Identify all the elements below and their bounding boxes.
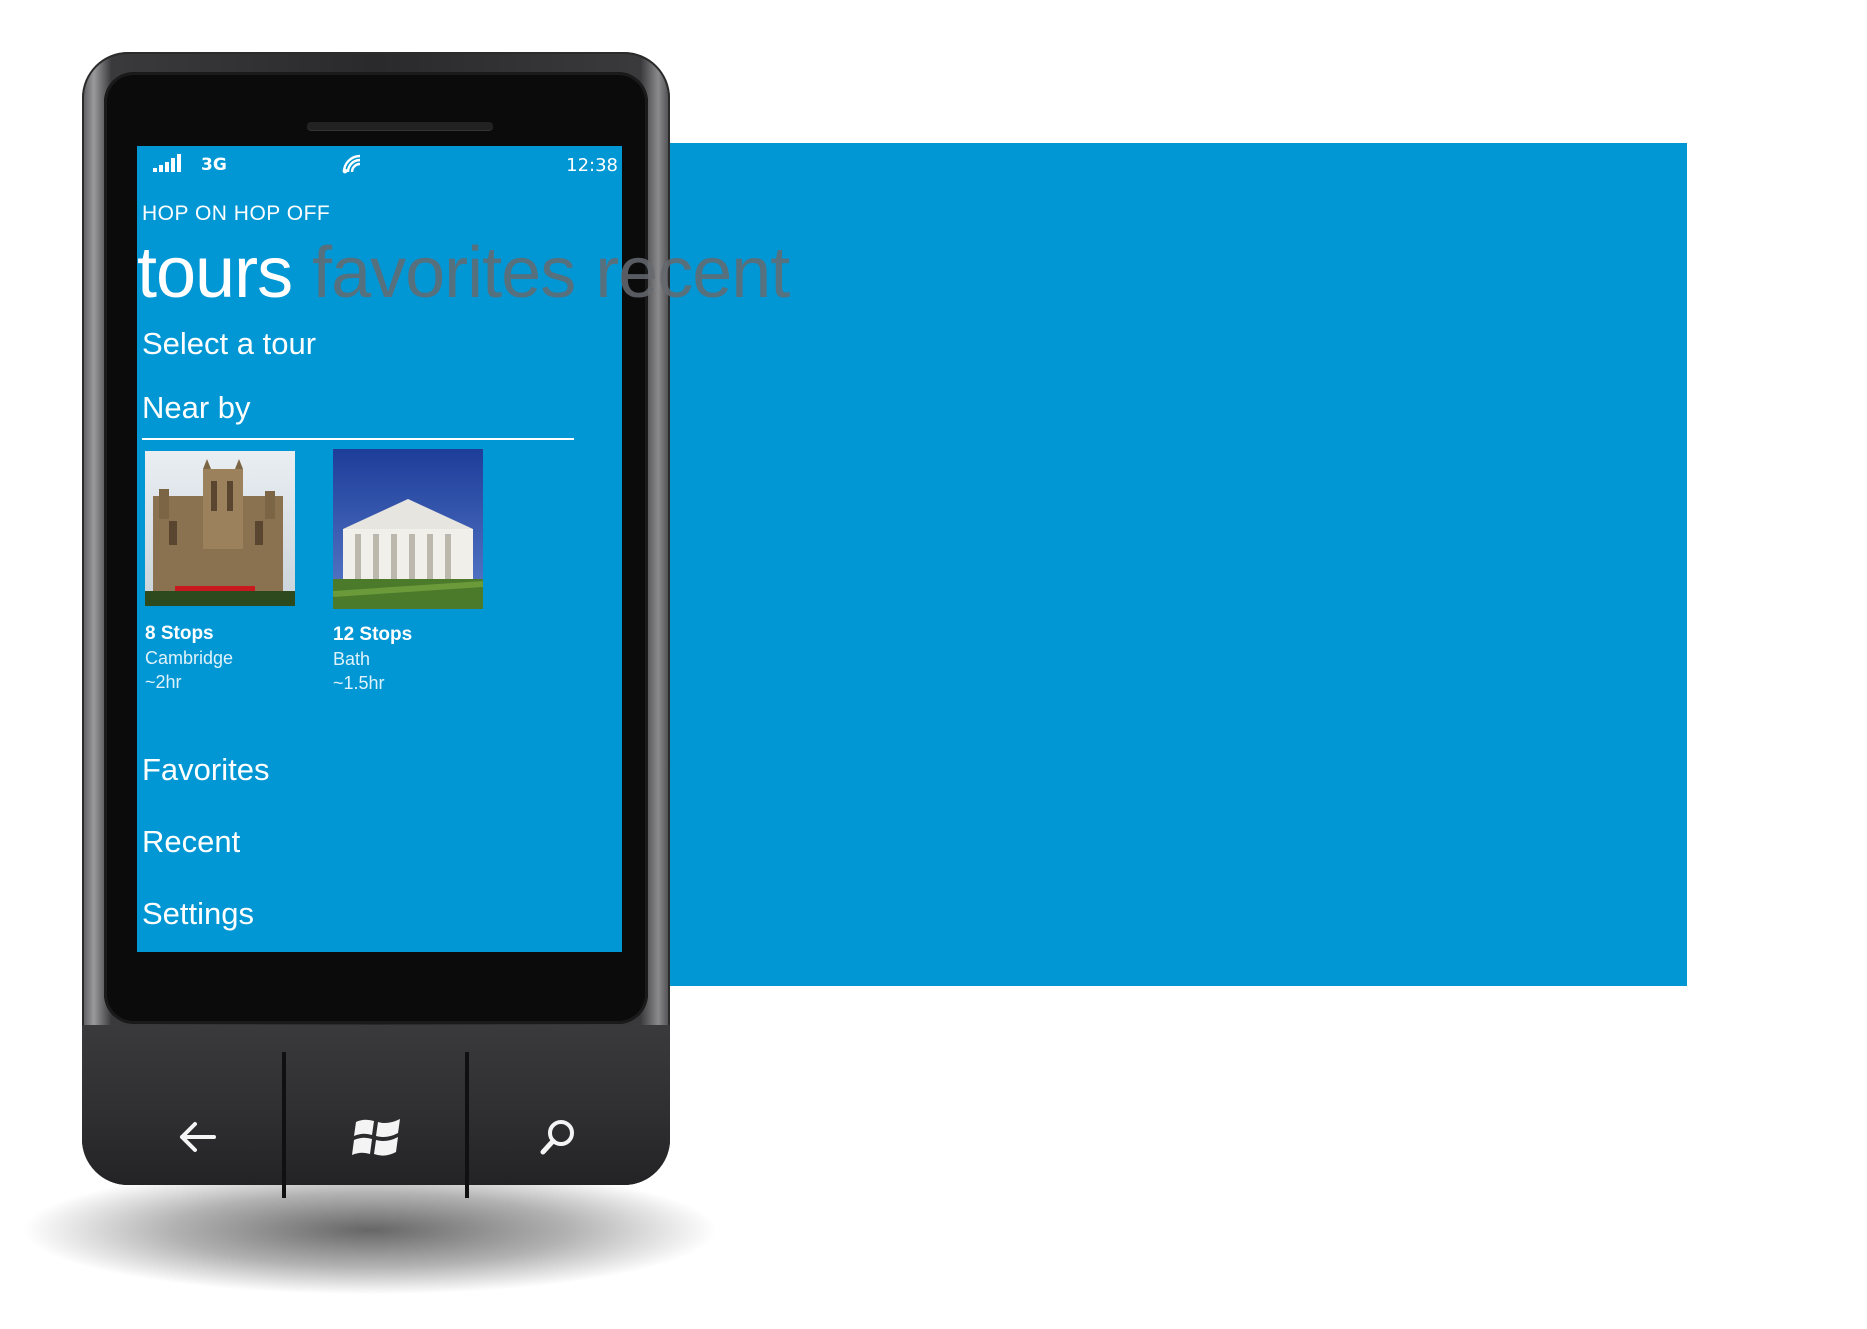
pivot-tab-favorites[interactable]: favorites [312, 233, 576, 313]
button-divider [465, 1052, 469, 1198]
panorama-background [665, 143, 1687, 986]
back-icon [180, 1122, 216, 1152]
tile-city: Cambridge [145, 648, 234, 668]
start-button[interactable] [338, 1097, 418, 1177]
windows-start-icon [352, 1119, 400, 1156]
tour-tile-cambridge[interactable]: 8 Stops Cambridge ~2hr [145, 451, 295, 694]
phone-screen: 3G 12:38 HOP ON HOP OFF toursfavoritesre… [137, 146, 622, 952]
back-button[interactable] [158, 1097, 238, 1177]
network-type: 3G [201, 155, 227, 175]
senate-house-photo [333, 449, 483, 609]
tour-tile-bath[interactable]: 12 Stops Bath ~1.5hr [333, 449, 483, 695]
pivot-tab-tours[interactable]: tours [137, 233, 293, 313]
select-tour-heading: Select a tour [142, 326, 317, 361]
tile-duration: ~2hr [145, 672, 182, 692]
pivot-headers: toursfavorites recent [137, 232, 622, 313]
app-title: HOP ON HOP OFF [142, 202, 331, 225]
search-icon [540, 1120, 574, 1155]
pivot-tab-recent-overflow: recent [595, 233, 790, 313]
signal-strength-icon [153, 154, 183, 172]
tile-duration: ~1.5hr [333, 673, 385, 693]
status-bar: 3G 12:38 [137, 146, 622, 178]
button-divider [282, 1052, 286, 1198]
section-divider [142, 438, 574, 440]
tile-stops: 8 Stops [145, 623, 214, 644]
speaker-grille [307, 122, 493, 130]
cathedral-photo [145, 451, 295, 606]
settings-link[interactable]: Settings [142, 896, 254, 932]
recent-link[interactable]: Recent [142, 824, 240, 860]
tile-city: Bath [333, 649, 371, 669]
wifi-icon [342, 154, 361, 174]
near-by-heading: Near by [142, 390, 251, 425]
search-button[interactable] [518, 1097, 598, 1177]
clock: 12:38 [566, 155, 618, 176]
favorites-link[interactable]: Favorites [142, 752, 269, 788]
tile-stops: 12 Stops [333, 624, 413, 645]
pivot-tab-recent[interactable]: recent [595, 233, 622, 313]
